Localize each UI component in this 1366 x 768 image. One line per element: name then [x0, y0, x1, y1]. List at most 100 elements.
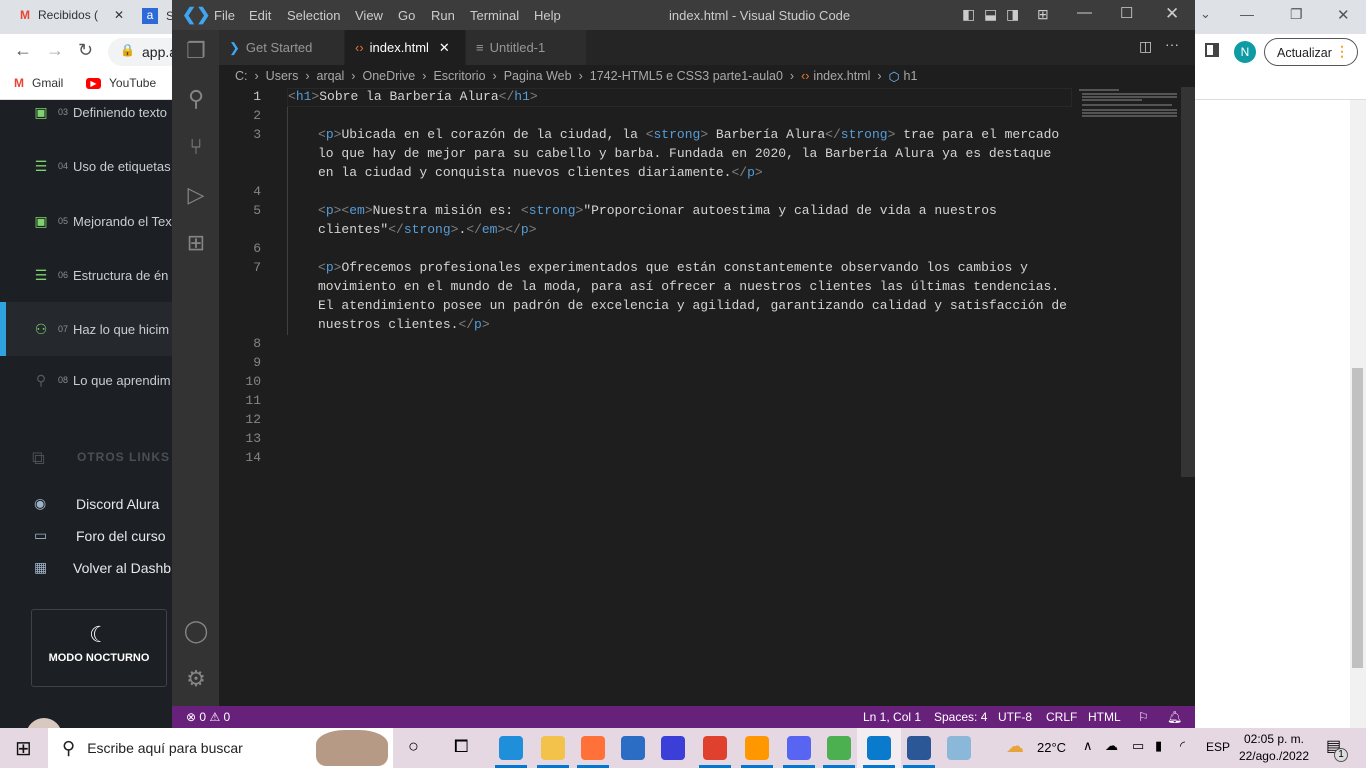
onedrive-error-icon[interactable]: ☁ [1105, 738, 1118, 754]
office-icon[interactable] [703, 736, 727, 760]
maximize-icon[interactable]: ☐ [1120, 4, 1133, 22]
code-editor[interactable]: 1 <h1>Sobre la Barbería Alura</h1> 2 3 <p>Ub… [219, 87, 1195, 706]
sublime-icon[interactable] [745, 736, 769, 760]
side-panel-icon[interactable] [1205, 43, 1219, 57]
menu-selection[interactable]: Selection [287, 8, 340, 23]
minimize-icon[interactable]: — [1077, 4, 1092, 21]
forward-icon[interactable]: → [46, 40, 64, 61]
file-explorer-icon[interactable] [541, 736, 565, 760]
weather-icon[interactable]: ☁ [1006, 736, 1024, 757]
restore-icon[interactable]: ❐ [1290, 6, 1303, 23]
cortana-icon[interactable]: ○ [408, 736, 419, 757]
profile-avatar[interactable]: N [1234, 41, 1256, 63]
word-icon[interactable] [907, 736, 931, 760]
toggle-sidebar-icon[interactable]: ◧ [962, 6, 975, 23]
lesson-item-08[interactable]: ⚲ 08 Lo que aprendim [0, 353, 172, 407]
menu-run[interactable]: Run [431, 8, 455, 23]
task-view-icon[interactable]: ⧠ [454, 736, 468, 757]
source-control-icon[interactable]: ⑂ [182, 134, 210, 162]
menu-file[interactable]: File [214, 8, 235, 23]
extensions-icon[interactable]: ⊞ [182, 230, 210, 258]
battery-icon[interactable]: ▮ [1155, 738, 1162, 754]
camera-icon[interactable]: ▭ [1132, 738, 1144, 754]
problems-indicator[interactable]: ⊗ 0 ⚠ 0 [186, 710, 230, 724]
store-icon[interactable] [621, 736, 645, 760]
update-button[interactable]: Actualizar ⋮ [1264, 38, 1358, 66]
close-tab-icon[interactable]: ✕ [114, 8, 124, 22]
discord-icon[interactable] [787, 736, 811, 760]
firefox-icon[interactable] [581, 736, 605, 760]
encoding[interactable]: UTF-8 [998, 710, 1032, 724]
notepad-icon[interactable] [947, 736, 971, 760]
lesson-item-07[interactable]: ⚇ 07 Haz lo que hicim [0, 302, 172, 356]
customize-layout-icon[interactable]: ⊞ [1037, 6, 1049, 23]
clock[interactable]: 02:05 p. m. 22/ago./2022 [1236, 731, 1312, 765]
tab-search-chevron-icon[interactable]: ⌄ [1200, 6, 1211, 22]
show-hidden-icons-icon[interactable]: ∧ [1083, 738, 1093, 754]
tab-index-html[interactable]: ‹› index.html ✕ [345, 30, 465, 65]
edge-icon[interactable] [499, 736, 523, 760]
lesson-item-04[interactable]: ☰ 04 Uso de etiquetas [0, 139, 172, 193]
dashboard-link[interactable]: ▦ Volver al Dashb [0, 559, 172, 576]
bookmark-gmail[interactable]: M Gmail [14, 76, 63, 90]
forum-link[interactable]: ▭ Foro del curso [0, 527, 172, 544]
breadcrumb-item[interactable]: h1 [904, 69, 918, 83]
split-editor-icon[interactable]: ◫ [1139, 38, 1152, 55]
close-tab-icon[interactable]: ✕ [439, 40, 450, 56]
minimize-icon[interactable]: — [1240, 6, 1254, 22]
menu-edit[interactable]: Edit [249, 8, 271, 23]
close-window-icon[interactable]: ✕ [1337, 6, 1350, 24]
search-icon[interactable]: ⚲ [182, 86, 210, 114]
toggle-panel-icon[interactable]: ⬓ [984, 6, 997, 23]
menu-go[interactable]: Go [398, 8, 415, 23]
menu-view[interactable]: View [355, 8, 383, 23]
line-ending[interactable]: CRLF [1046, 710, 1077, 724]
tab-get-started[interactable]: ❯ Get Started [219, 30, 344, 65]
reload-icon[interactable]: ↻ [78, 40, 93, 61]
breadcrumb-item[interactable]: C: [235, 69, 248, 83]
notifications-bell-icon[interactable]: 🔔︎ [1167, 710, 1182, 724]
feedback-icon[interactable]: ⚐ [1138, 710, 1149, 724]
night-mode-button[interactable]: ☾ MODO NOCTURNO [31, 609, 167, 687]
input-language[interactable]: ESP [1206, 740, 1230, 754]
browser-tab-alura[interactable]: a S [142, 8, 174, 24]
cursor-position[interactable]: Ln 1, Col 1 [863, 710, 921, 724]
minimap[interactable] [1079, 87, 1189, 127]
breadcrumb-item[interactable]: OneDrive [362, 69, 415, 83]
lesson-item-06[interactable]: ☰ 06 Estructura de én [0, 248, 172, 302]
run-debug-icon[interactable]: ▷ [182, 182, 210, 210]
toggle-secondary-sidebar-icon[interactable]: ◨ [1006, 6, 1019, 23]
lesson-item-05[interactable]: ▣ 05 Mejorando el Tex [0, 194, 172, 248]
editor-scrollbar[interactable] [1181, 87, 1195, 477]
indentation[interactable]: Spaces: 4 [934, 710, 987, 724]
user-avatar[interactable] [26, 718, 62, 728]
vscode-icon[interactable] [867, 736, 891, 760]
discord-link[interactable]: ◉ Discord Alura [0, 495, 172, 512]
lesson-item-03[interactable]: ▣ 03 Definiendo texto [0, 100, 172, 139]
browser-tab-gmail[interactable]: M Recibidos ( ✕ [20, 8, 124, 22]
windows-start-icon[interactable]: ⊞ [15, 736, 32, 761]
page-scrollbar[interactable] [1350, 100, 1366, 728]
breadcrumb-item[interactable]: 1742-HTML5 e CSS3 parte1-aula0 [590, 69, 783, 83]
settings-gear-icon[interactable]: ⚙ [182, 666, 210, 694]
breadcrumb-item[interactable]: Pagina Web [504, 69, 572, 83]
breadcrumb-item[interactable]: Escritorio [433, 69, 485, 83]
menu-help[interactable]: Help [534, 8, 561, 23]
breadcrumb-item[interactable]: Users [266, 69, 299, 83]
taskbar-search[interactable]: ⚲ Escribe aquí para buscar [48, 728, 393, 768]
breadcrumb-item[interactable]: arqal [317, 69, 345, 83]
menu-terminal[interactable]: Terminal [470, 8, 519, 23]
language-mode[interactable]: HTML [1088, 710, 1121, 724]
tab-untitled-1[interactable]: ≡ Untitled-1 [466, 30, 586, 65]
breadcrumb-item[interactable]: index.html [813, 69, 870, 83]
bookmark-youtube[interactable]: ▶ YouTube [86, 76, 156, 90]
wifi-icon[interactable]: ◜ [1180, 738, 1185, 754]
chrome-icon[interactable] [827, 736, 851, 760]
weather-temp[interactable]: 22°C [1037, 740, 1066, 755]
close-icon[interactable]: ✕ [1165, 4, 1179, 24]
app-icon[interactable] [661, 736, 685, 760]
accounts-icon[interactable]: ◯ [182, 618, 210, 646]
explorer-icon[interactable]: ❐ [182, 38, 210, 66]
back-icon[interactable]: ← [14, 40, 32, 61]
more-actions-icon[interactable]: ··· [1165, 36, 1179, 52]
